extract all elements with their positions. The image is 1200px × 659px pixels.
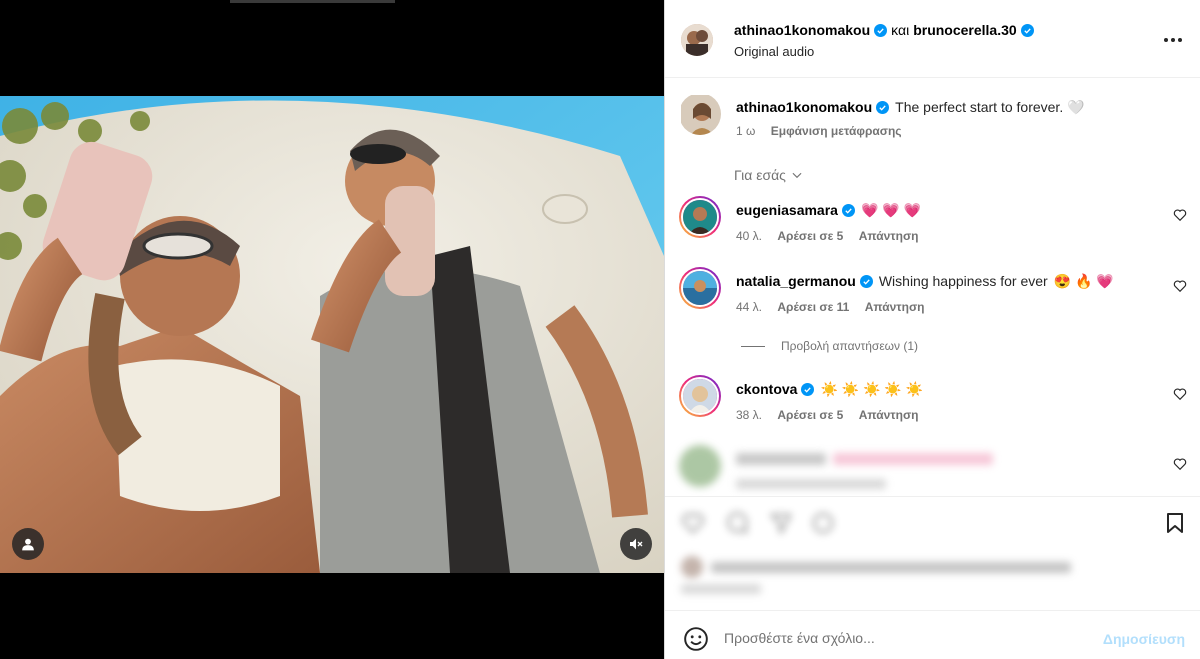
comment-meta: 40 λ. Αρέσει σε 5 Απάντηση [736,229,931,243]
verified-badge-icon [876,100,890,114]
blurred-username [736,453,826,465]
replies-divider-line [741,345,765,347]
avatar-image [681,95,721,135]
comment-text-row: natalia_germanou Wishing happiness for e… [736,273,1114,289]
authors-conjunction: και [891,22,910,38]
bookmark-icon[interactable] [1163,511,1187,535]
avatar-image [683,379,717,413]
more-options-icon [1164,38,1182,42]
comment-avatar[interactable] [679,196,721,238]
caption-emoji: 🤍 [1067,99,1085,115]
verified-badge-icon [801,382,815,396]
post-time-text [681,584,761,594]
photo-illustration [0,96,664,573]
comment-avatar[interactable] [679,267,721,309]
caption-text-row: athinao1konomakou The perfect start to f… [736,99,1085,115]
comment-emoji: ☀️ ☀️ ☀️ ☀️ ☀️ [820,381,924,397]
comment-sort-dropdown[interactable]: Για εσάς [734,167,804,183]
comment-text: Wishing happiness for ever [878,273,1048,289]
coauthor-username[interactable]: brunocerella.30 [913,22,1017,38]
comment-emoji: 😍 🔥 💗 [1053,273,1114,289]
avatar-image [681,24,713,56]
view-replies-label: Προβολή απαντήσεων (1) [781,339,919,353]
like-heart-icon[interactable] [681,511,705,535]
blurred-meta [736,479,886,489]
post-side-panel: athinao1konomakou και brunocerella.30 Or… [664,0,1200,659]
share-icon[interactable] [769,511,793,535]
repost-icon[interactable] [811,511,835,535]
comment-likes-count[interactable]: Αρέσει σε 11 [777,300,849,314]
instagram-post-viewer: athinao1konomakou και brunocerella.30 Or… [0,0,1200,659]
mute-toggle-button[interactable] [620,528,652,560]
comment-likes-count[interactable]: Αρέσει σε 5 [777,408,843,422]
comment-sort-label: Για εσάς [734,167,786,183]
author-username[interactable]: athinao1konomakou [734,22,870,38]
comment-item: natalia_germanou Wishing happiness for e… [665,267,1200,327]
more-options-button[interactable] [1161,28,1185,52]
comment-bubble-icon[interactable] [725,511,749,535]
post-photo[interactable] [0,96,664,573]
post-media-area [0,0,664,659]
audio-link[interactable]: Original audio [734,44,814,59]
comment-text-row: ckontova ☀️ ☀️ ☀️ ☀️ ☀️ [736,381,923,397]
heart-icon[interactable] [1173,208,1187,222]
comment-likes-count[interactable]: Αρέσει σε 5 [777,229,843,243]
comment-username[interactable]: eugeniasamara [736,202,838,218]
heart-icon[interactable] [1173,387,1187,401]
comment-item: eugeniasamara 💗 💗 💗 40 λ. Αρέσει σε 5 Απ… [665,196,1200,256]
heart-icon[interactable] [1173,279,1187,293]
comment-time[interactable]: 38 λ. [736,408,762,422]
caption-text: The perfect start to forever. [895,99,1064,115]
comment-time[interactable]: 44 λ. [736,300,762,314]
verified-badge-icon [841,203,855,217]
likes-text [711,562,1071,573]
verified-badge-icon [874,23,888,37]
media-top-strip [230,0,395,3]
emoji-smile-icon[interactable] [683,626,709,652]
caption-meta: 1 ω Εμφάνιση μετάφρασης [736,124,914,138]
comment-username[interactable]: ckontova [736,381,797,397]
avatar-image [683,271,717,305]
likes-summary-blurred [681,556,1081,578]
comment-meta: 44 λ. Αρέσει σε 11 Απάντηση [736,300,937,314]
avatar-image [683,200,717,234]
caption-avatar[interactable] [679,93,721,135]
chevron-down-icon [792,172,802,179]
comment-avatar [679,445,721,487]
comment-input[interactable] [724,623,1084,653]
view-replies-button[interactable]: Προβολή απαντήσεων (1) [741,339,918,353]
post-time-blurred [681,584,801,596]
reply-button[interactable]: Απάντηση [865,300,925,314]
blurred-text [833,453,993,465]
comment-time[interactable]: 40 λ. [736,229,762,243]
post-actions-bar [665,496,1200,552]
user-tag-icon [22,538,34,551]
see-translation-button[interactable]: Εμφάνιση μετάφρασης [771,124,902,138]
user-tags-button[interactable] [12,528,44,560]
heart-icon[interactable] [1173,457,1187,471]
comment-avatar[interactable] [679,375,721,417]
author-avatar[interactable] [681,24,713,56]
reply-button[interactable]: Απάντηση [859,229,919,243]
caption-username[interactable]: athinao1konomakou [736,99,872,115]
post-header: athinao1konomakou και brunocerella.30 Or… [665,0,1200,78]
post-authors: athinao1konomakou και brunocerella.30 [734,22,1034,38]
comment-username[interactable]: natalia_germanou [736,273,856,289]
reply-button[interactable]: Απάντηση [859,408,919,422]
verified-badge-icon [1020,23,1034,37]
volume-muted-icon [630,538,643,550]
comment-item-blurred [665,445,1200,495]
post-comment-button[interactable]: Δημοσίευση [1103,631,1185,647]
comment-text-row: eugeniasamara 💗 💗 💗 [736,202,921,218]
liker-avatar [681,556,703,578]
comment-meta: 38 λ. Αρέσει σε 5 Απάντηση [736,408,931,422]
caption-time[interactable]: 1 ω [736,124,755,138]
post-caption: athinao1konomakou The perfect start to f… [665,93,1200,153]
comment-item: ckontova ☀️ ☀️ ☀️ ☀️ ☀️ 38 λ. Αρέσει σε … [665,375,1200,435]
comments-list: athinao1konomakou The perfect start to f… [665,79,1200,496]
verified-badge-icon [859,274,873,288]
comment-emoji: 💗 💗 💗 [860,202,922,218]
add-comment-bar: Δημοσίευση [665,610,1200,659]
